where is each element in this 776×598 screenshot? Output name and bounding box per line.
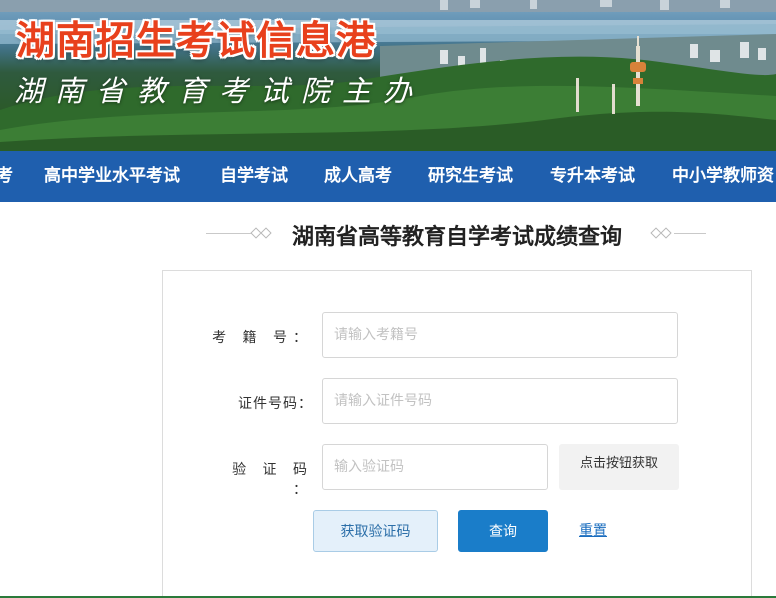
site-subtitle: 湖南省教育考试院主办 (14, 74, 425, 108)
captcha-image-button[interactable]: 点击按钮获取 (559, 444, 679, 490)
captcha-label: 验 证 码 ： (232, 462, 313, 498)
nav-item-academic-level-exam[interactable]: 高中学业水平考试 (44, 151, 180, 202)
site-title: 湖南招生考试信息港 (16, 19, 377, 64)
nav-item-graduate-exam[interactable]: 研究生考试 (428, 151, 513, 202)
heading-deco-line-left (206, 233, 252, 234)
exam-id-input[interactable] (322, 312, 678, 358)
nav-item-teacher-qualification[interactable]: 中小学教师资 (672, 151, 774, 202)
nav-item-self-study-exam[interactable]: 自学考试 (220, 151, 288, 202)
nav-item-adult-college-exam[interactable]: 成人高考 (324, 151, 392, 202)
nav-item-exam-partial[interactable]: 考 (0, 151, 13, 202)
captcha-input[interactable] (322, 444, 548, 490)
heading-deco-diamond-left-2 (260, 227, 272, 239)
page-title: 湖南省高等教育自学考试成绩查询 (291, 225, 622, 250)
id-number-label: 证件号码： (238, 396, 313, 412)
score-query-form: 考 籍 号： 证件号码： 验 证 码 ： 点击按钮获取 获取验证码 查询 重置 (162, 270, 752, 598)
nav-item-upgrade-exam[interactable]: 专升本考试 (550, 151, 635, 202)
heading-deco-line-right (674, 233, 706, 234)
main-nav: 考 高中学业水平考试 自学考试 成人高考 研究生考试 专升本考试 中小学教师资 (0, 151, 776, 202)
get-captcha-button[interactable]: 获取验证码 (313, 510, 438, 552)
header-banner: 湖南招生考试信息港 湖南省教育考试院主办 (0, 0, 776, 151)
heading-deco-diamond-right-2 (660, 227, 672, 239)
query-button[interactable]: 查询 (458, 510, 548, 552)
page-heading-area: 湖南省高等教育自学考试成绩查询 (206, 214, 706, 254)
id-number-input[interactable] (322, 378, 678, 424)
exam-id-label: 考 籍 号： (212, 330, 313, 346)
reset-link[interactable]: 重置 (568, 510, 618, 552)
